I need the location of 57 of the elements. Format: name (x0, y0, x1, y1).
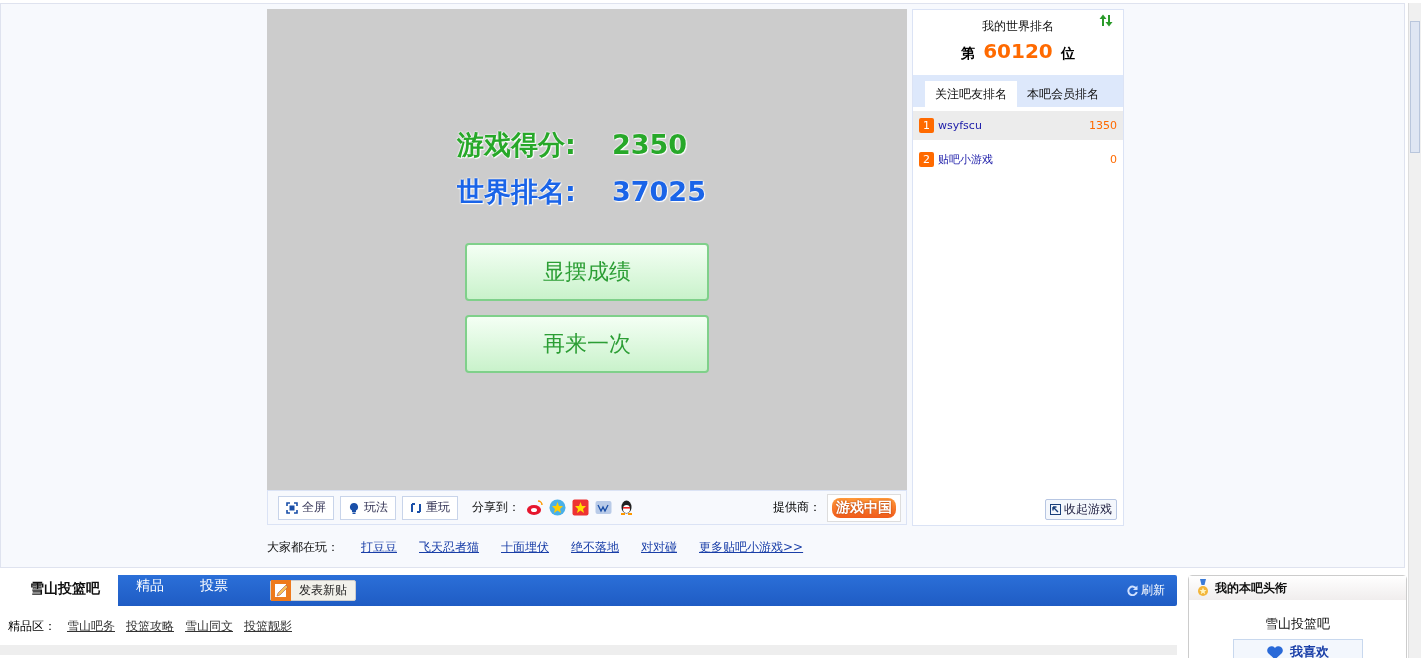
world-rank: 60120 (983, 39, 1053, 63)
player-name[interactable]: wsyfscu (938, 119, 1085, 132)
new-post-button[interactable]: 发表新贴 (270, 580, 356, 601)
featured-link[interactable]: 投篮攻略 (126, 618, 174, 635)
game-link[interactable]: 更多贴吧小游戏>> (699, 539, 804, 556)
ranking-row[interactable]: 1 wsyfscu 1350 (913, 111, 1123, 140)
rank-suffix: 位 (1060, 45, 1075, 63)
player-score: 0 (1110, 153, 1117, 166)
medal-icon (1197, 579, 1209, 597)
player-score: 1350 (1089, 119, 1117, 132)
ranking-row[interactable]: 2 贴吧小游戏 0 (913, 145, 1123, 174)
game-link[interactable]: 打豆豆 (361, 539, 397, 556)
game-link[interactable]: 飞天忍者猫 (419, 539, 479, 556)
score-label: 游戏得分: (457, 127, 577, 162)
score-value: 2350 (612, 129, 688, 160)
rank-badge: 1 (919, 118, 934, 133)
rank-label: 世界排名: (457, 174, 577, 209)
rank-prefix: 第 (961, 45, 976, 63)
ranking-title: 我的世界排名 (982, 18, 1054, 35)
refresh-icon (1127, 585, 1138, 596)
bulb-icon (348, 501, 360, 514)
forum-tab[interactable]: 精品 (118, 569, 182, 603)
collapse-icon (1050, 504, 1061, 515)
scrollbar-thumb[interactable] (1410, 21, 1420, 153)
featured-link[interactable]: 雪山同文 (185, 618, 233, 635)
like-button[interactable]: 我喜欢 (1232, 639, 1363, 658)
provider-label: 提供商： (773, 499, 821, 516)
star-badge-icon (549, 499, 566, 516)
title-card-heading: 我的本吧头衔 (1215, 579, 1287, 597)
heart-icon (1266, 644, 1284, 658)
pencil-icon (271, 580, 291, 601)
game-link[interactable]: 对对碰 (641, 539, 677, 556)
bar-name: 雪山投篮吧 (1265, 615, 1330, 633)
featured-link[interactable]: 投篮靓影 (244, 618, 292, 635)
penguin-icon (618, 499, 635, 516)
rank-value: 37025 (612, 176, 706, 207)
replay-icon (410, 501, 422, 514)
featured-label: 精品区： (8, 618, 56, 635)
ranking-tab[interactable]: 本吧会员排名 (1017, 81, 1109, 107)
collapse-button[interactable]: 收起游戏 (1045, 499, 1117, 520)
player-name[interactable]: 贴吧小游戏 (938, 152, 1106, 167)
featured-link[interactable]: 雪山吧务 (67, 618, 115, 635)
toolbar-button[interactable]: 重玩 (402, 495, 458, 520)
forum-tab[interactable]: 投票 (182, 569, 246, 603)
refresh-icon (1099, 14, 1113, 27)
playing-label: 大家都在玩： (267, 539, 339, 556)
star-icon (572, 499, 589, 516)
toolbar-button[interactable]: 玩法 (340, 495, 396, 520)
game-link[interactable]: 绝不落地 (571, 539, 619, 556)
scrollbar[interactable] (1408, 3, 1421, 658)
refresh-link[interactable]: 刷新 (1127, 582, 1165, 599)
share-label: 分享到： (472, 499, 520, 516)
game-link[interactable]: 十面埋伏 (501, 539, 549, 556)
ranking-tab[interactable]: 关注吧友排名 (925, 81, 1017, 107)
toolbar-button[interactable]: 全屏 (278, 495, 334, 520)
fullscreen-icon (286, 501, 298, 514)
rank-badge: 2 (919, 152, 934, 167)
